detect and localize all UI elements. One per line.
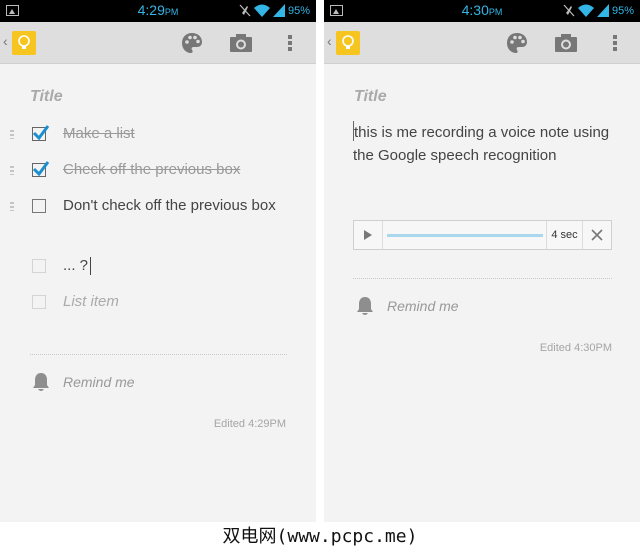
close-icon — [591, 229, 603, 241]
action-bar: ‹ — [0, 22, 316, 64]
status-bar: 4:29PM 95% — [0, 0, 316, 22]
back-chevron-icon[interactable]: ‹ — [3, 33, 8, 49]
remove-recording-button[interactable] — [582, 221, 611, 249]
remind-me-label: Remind me — [387, 298, 459, 314]
item-checkbox[interactable] — [32, 161, 50, 177]
recording-duration: 4 sec — [546, 221, 582, 249]
playback-progress-bar[interactable] — [387, 234, 543, 237]
note-body-text: this is me recording a voice note using … — [353, 124, 610, 164]
divider — [30, 354, 287, 355]
edited-timestamp: Edited 4:29PM — [213, 418, 286, 430]
left-screen: 4:29PM 95% ‹ Title Make a list Check off… — [0, 0, 316, 522]
signal-icon — [272, 4, 285, 17]
note-title-field[interactable]: Title — [354, 88, 387, 106]
palette-icon[interactable] — [504, 31, 530, 55]
item-checkbox[interactable] — [32, 125, 50, 141]
bell-icon — [357, 297, 373, 315]
bell-icon — [33, 373, 49, 391]
edited-timestamp: Edited 4:30PM — [539, 342, 612, 354]
note-title-field[interactable]: Title — [30, 88, 63, 106]
battery-percent: 95% — [287, 4, 310, 17]
item-text: ... ? — [63, 257, 89, 274]
drag-handle-icon[interactable] — [10, 202, 14, 211]
wifi-icon — [253, 4, 270, 17]
note-body-field[interactable]: this is me recording a voice note using … — [353, 121, 613, 167]
status-ampm: PM — [488, 7, 503, 17]
list-item-placeholder[interactable]: List item — [63, 290, 299, 313]
watermark: 双电网(www.pcpc.me) — [0, 522, 640, 560]
item-text-current[interactable]: ... ? — [63, 254, 299, 277]
overflow-menu-icon[interactable] — [602, 31, 628, 55]
mute-icon — [239, 4, 251, 17]
right-screen: 4:30PM 95% ‹ Title this is me recording … — [324, 0, 640, 522]
signal-icon — [596, 4, 609, 17]
palette-icon[interactable] — [179, 31, 205, 55]
drag-handle-icon[interactable] — [10, 130, 14, 139]
divider — [353, 278, 612, 279]
play-icon — [364, 230, 372, 240]
keep-logo-icon[interactable] — [12, 31, 36, 55]
overflow-menu-icon[interactable] — [277, 31, 303, 55]
drag-handle-icon[interactable] — [10, 166, 14, 175]
wifi-icon — [577, 4, 594, 17]
voice-recording-player: 4 sec — [353, 220, 612, 250]
camera-icon[interactable] — [228, 31, 254, 55]
keep-logo-icon[interactable] — [336, 31, 360, 55]
play-button[interactable] — [354, 221, 383, 249]
back-chevron-icon[interactable]: ‹ — [327, 33, 332, 49]
status-ampm: PM — [164, 7, 179, 17]
item-checkbox[interactable] — [32, 199, 46, 213]
text-cursor — [90, 257, 92, 276]
camera-icon[interactable] — [553, 31, 579, 55]
item-checkbox[interactable] — [32, 295, 46, 309]
item-text[interactable]: Don't check off the previous box — [63, 194, 299, 217]
mute-icon — [563, 4, 575, 17]
remind-me-label: Remind me — [63, 374, 135, 390]
status-bar: 4:30PM 95% — [324, 0, 640, 22]
remind-me-button[interactable]: Remind me — [32, 372, 135, 392]
item-text[interactable]: Check off the previous box — [63, 158, 299, 181]
battery-percent: 95% — [611, 4, 634, 17]
action-bar: ‹ — [324, 22, 640, 64]
item-checkbox[interactable] — [32, 259, 46, 273]
item-text[interactable]: Make a list — [63, 122, 299, 145]
remind-me-button[interactable]: Remind me — [356, 296, 459, 316]
